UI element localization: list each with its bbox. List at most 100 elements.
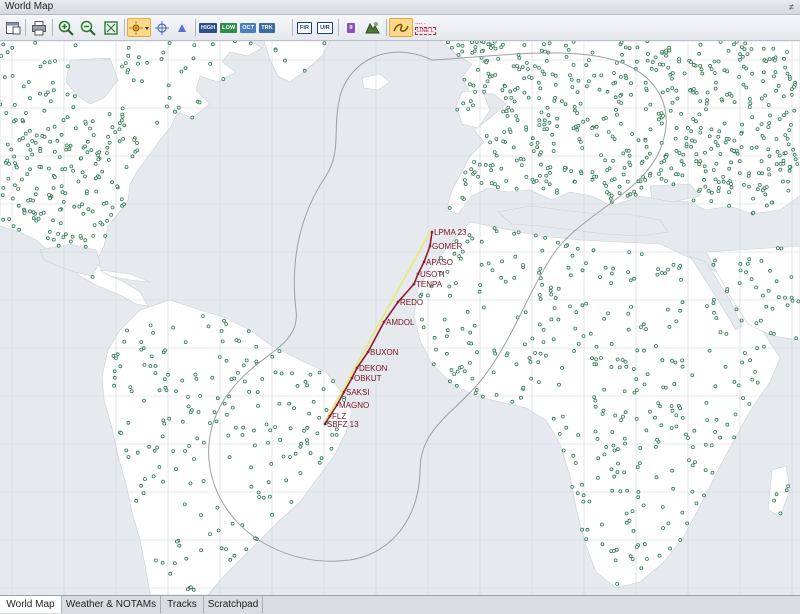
airport-marker[interactable] [571, 126, 576, 131]
airport-marker[interactable] [660, 90, 665, 95]
airport-marker[interactable] [48, 139, 53, 144]
airport-marker[interactable] [542, 122, 547, 127]
airport-marker[interactable] [139, 347, 144, 352]
airport-marker[interactable] [772, 498, 776, 503]
airport-marker[interactable] [115, 184, 120, 189]
airport-marker[interactable] [577, 137, 582, 141]
airport-marker[interactable] [740, 54, 745, 59]
airport-marker[interactable] [761, 70, 766, 75]
airport-marker[interactable] [570, 85, 575, 89]
airport-marker[interactable] [592, 174, 596, 179]
airport-marker[interactable] [529, 142, 534, 146]
airport-marker[interactable] [73, 43, 78, 48]
airport-marker[interactable] [537, 322, 542, 327]
airport-marker[interactable] [506, 105, 511, 110]
airport-marker[interactable] [587, 58, 591, 62]
fir-toggle[interactable]: FIR [296, 18, 313, 37]
airport-marker[interactable] [747, 105, 752, 109]
airport-marker[interactable] [698, 99, 702, 103]
airport-marker[interactable] [163, 348, 168, 353]
airport-marker[interactable] [90, 209, 95, 214]
airport-marker[interactable] [4, 111, 9, 115]
airport-marker[interactable] [789, 92, 794, 97]
airport-marker[interactable] [724, 331, 729, 336]
airport-marker[interactable] [51, 80, 55, 85]
airport-marker[interactable] [471, 83, 476, 88]
airport-marker[interactable] [771, 46, 776, 51]
map-canvas[interactable]: LPMA 23 GOMER APASO USOTITENPA REDO AMDOL BUXO… [0, 41, 800, 595]
airport-marker[interactable] [289, 500, 294, 504]
airport-marker[interactable] [654, 475, 659, 480]
airport-marker[interactable] [198, 393, 203, 398]
airport-marker[interactable] [609, 341, 614, 346]
airport-marker[interactable] [739, 145, 744, 150]
airport-marker[interactable] [584, 537, 589, 542]
airport-marker[interactable] [691, 62, 696, 67]
airport-marker[interactable] [689, 129, 694, 134]
airport-marker[interactable] [670, 100, 675, 105]
airport-marker[interactable] [421, 325, 426, 330]
airport-marker[interactable] [598, 275, 602, 280]
airport-marker[interactable] [600, 542, 605, 547]
airport-marker[interactable] [199, 513, 203, 517]
airport-marker[interactable] [623, 45, 628, 50]
airport-marker[interactable] [718, 152, 723, 156]
airport-marker[interactable] [734, 307, 739, 312]
airport-marker[interactable] [533, 233, 538, 238]
airport-marker[interactable] [31, 210, 36, 215]
airport-marker[interactable] [118, 364, 123, 369]
airport-marker[interactable] [491, 370, 496, 375]
airport-marker[interactable] [674, 413, 679, 418]
airport-marker[interactable] [741, 82, 746, 87]
airport-marker[interactable] [233, 41, 237, 44]
airport-marker[interactable] [317, 460, 322, 465]
airport-marker[interactable] [120, 114, 125, 119]
airport-marker[interactable] [727, 166, 732, 171]
airport-marker[interactable] [67, 147, 72, 152]
airport-marker[interactable] [533, 351, 537, 355]
airport-marker[interactable] [661, 62, 665, 67]
airport-marker[interactable] [618, 75, 623, 79]
airport-marker[interactable] [521, 263, 525, 267]
airport-marker[interactable] [670, 358, 674, 363]
airport-marker[interactable] [61, 199, 66, 204]
airport-marker[interactable] [725, 287, 730, 292]
airport-marker[interactable] [119, 197, 124, 202]
airport-marker[interactable] [322, 41, 327, 46]
airport-marker[interactable] [627, 153, 632, 158]
airport-marker[interactable] [660, 49, 665, 54]
airport-marker[interactable] [221, 77, 226, 81]
airport-marker[interactable] [609, 178, 614, 183]
airport-marker[interactable] [196, 410, 201, 414]
airport-marker[interactable] [655, 272, 660, 277]
airport-marker[interactable] [709, 127, 714, 132]
airport-marker[interactable] [575, 127, 580, 132]
airport-marker[interactable] [214, 419, 219, 424]
airport-marker[interactable] [626, 270, 630, 275]
airport-marker[interactable] [744, 270, 748, 275]
tab-tracks[interactable]: Tracks [161, 596, 204, 613]
airport-marker[interactable] [288, 426, 293, 431]
airport-marker[interactable] [697, 51, 701, 56]
airport-marker[interactable] [261, 495, 266, 500]
airport-marker[interactable] [717, 185, 721, 190]
airport-marker[interactable] [444, 334, 449, 339]
airport-marker[interactable] [17, 227, 22, 232]
airport-marker[interactable] [479, 239, 484, 244]
airport-marker[interactable] [2, 75, 7, 80]
airport-marker[interactable] [123, 61, 128, 65]
airport-marker[interactable] [754, 285, 758, 290]
airport-marker[interactable] [459, 365, 464, 369]
airport-marker[interactable] [766, 103, 771, 107]
airport-marker[interactable] [592, 362, 597, 367]
airport-marker[interactable] [473, 45, 478, 49]
airport-marker[interactable] [98, 220, 103, 225]
airport-marker[interactable] [694, 152, 699, 157]
airport-marker[interactable] [762, 344, 766, 349]
airport-marker[interactable] [781, 158, 786, 163]
airport-marker[interactable] [593, 429, 598, 434]
airport-marker[interactable] [217, 355, 222, 360]
airport-marker[interactable] [729, 182, 733, 186]
airport-marker[interactable] [281, 454, 286, 459]
airport-marker[interactable] [64, 147, 68, 152]
